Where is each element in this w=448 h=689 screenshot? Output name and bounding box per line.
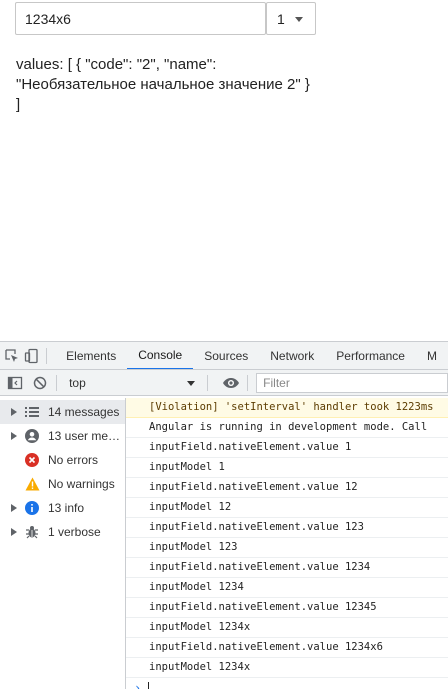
number-select[interactable]: 1 (266, 2, 316, 35)
console-log-row[interactable]: inputField.nativeElement.value 12 (126, 478, 448, 498)
devtools-panel: Elements Console Sources Network Perform… (0, 341, 448, 689)
sidebar-item-info[interactable]: 13 info (0, 496, 125, 520)
tab-console[interactable]: Console (127, 342, 194, 369)
sidebar-item-errors[interactable]: No errors (0, 448, 125, 472)
console-log-row[interactable]: inputField.nativeElement.value 123 (126, 518, 448, 538)
info-icon (24, 500, 40, 516)
list-icon (24, 404, 40, 420)
console-log-row[interactable]: inputModel 1 (126, 458, 448, 478)
context-value: top (69, 375, 86, 390)
triangle-right-icon (8, 408, 20, 416)
console-warning-row[interactable]: [Violation] 'setInterval' handler took 1… (126, 398, 448, 418)
divider (247, 374, 249, 391)
tab-performance[interactable]: Performance (325, 342, 416, 369)
divider (46, 347, 48, 364)
tab-elements[interactable]: Elements (55, 342, 127, 369)
select-value: 1 (277, 10, 285, 27)
value-input[interactable] (15, 2, 266, 35)
console-log-row[interactable]: inputField.nativeElement.value 1 (126, 438, 448, 458)
sidebar-item-user-messages[interactable]: 13 user mes… (0, 424, 125, 448)
triangle-right-icon (8, 504, 20, 512)
sidebar-item-label: 13 user mes… (48, 429, 124, 443)
user-icon (24, 428, 40, 444)
sidebar-item-label: No warnings (48, 477, 115, 491)
console-output: [Violation] 'setInterval' handler took 1… (126, 398, 448, 689)
tab-sources[interactable]: Sources (193, 342, 259, 369)
device-toolbar-icon[interactable] (24, 345, 40, 367)
chevron-down-icon (187, 380, 196, 386)
filter-input[interactable] (256, 372, 448, 393)
context-select[interactable]: top (65, 373, 201, 393)
console-log-row[interactable]: Angular is running in development mode. … (126, 418, 448, 438)
console-log-row[interactable]: inputModel 12 (126, 498, 448, 518)
sidebar-item-label: 1 verbose (48, 525, 101, 539)
sidebar-item-label: 14 messages (48, 405, 120, 419)
console-log-row[interactable]: inputField.nativeElement.value 1234x6 (126, 638, 448, 658)
devtools-tabbar: Elements Console Sources Network Perform… (0, 342, 448, 370)
tab-more[interactable]: M (416, 342, 448, 369)
triangle-right-icon (8, 528, 20, 536)
eye-icon[interactable] (220, 372, 241, 394)
console-log-row[interactable]: inputField.nativeElement.value 1234 (126, 558, 448, 578)
sidebar-item-label: No errors (48, 453, 99, 467)
text-caret (148, 682, 149, 689)
console-log-row[interactable]: inputModel 1234x (126, 618, 448, 638)
console-sidebar: 14 messages 13 user mes… No errors No wa… (0, 398, 126, 689)
bug-icon (24, 524, 40, 540)
prompt-chevron-icon: › (134, 681, 142, 689)
console-log-row[interactable]: inputModel 1234x (126, 658, 448, 678)
chevron-down-icon (295, 17, 303, 22)
sidebar-item-warnings[interactable]: No warnings (0, 472, 125, 496)
sidebar-item-verbose[interactable]: 1 verbose (0, 520, 125, 544)
tab-network[interactable]: Network (259, 342, 325, 369)
clear-console-icon[interactable] (29, 372, 50, 394)
console-log-row[interactable]: inputModel 1234 (126, 578, 448, 598)
app-area: 1 values: [ { "code": "2", "name": "Необ… (0, 0, 448, 340)
values-output: values: [ { "code": "2", "name": "Необяз… (16, 56, 310, 113)
warning-icon (24, 476, 40, 492)
divider (56, 374, 58, 391)
console-body: 14 messages 13 user mes… No errors No wa… (0, 398, 448, 689)
sidebar-item-label: 13 info (48, 501, 85, 515)
sidebar-toggle-icon[interactable] (4, 372, 25, 394)
triangle-right-icon (8, 432, 20, 440)
divider (207, 374, 209, 391)
console-log-row[interactable]: inputModel 123 (126, 538, 448, 558)
sidebar-item-messages[interactable]: 14 messages (0, 400, 125, 424)
console-toolbar: top (0, 370, 448, 396)
console-log-row[interactable]: inputField.nativeElement.value 12345 (126, 598, 448, 618)
inspect-element-icon[interactable] (4, 345, 20, 367)
console-prompt[interactable]: › (126, 678, 448, 689)
error-icon (24, 452, 40, 468)
